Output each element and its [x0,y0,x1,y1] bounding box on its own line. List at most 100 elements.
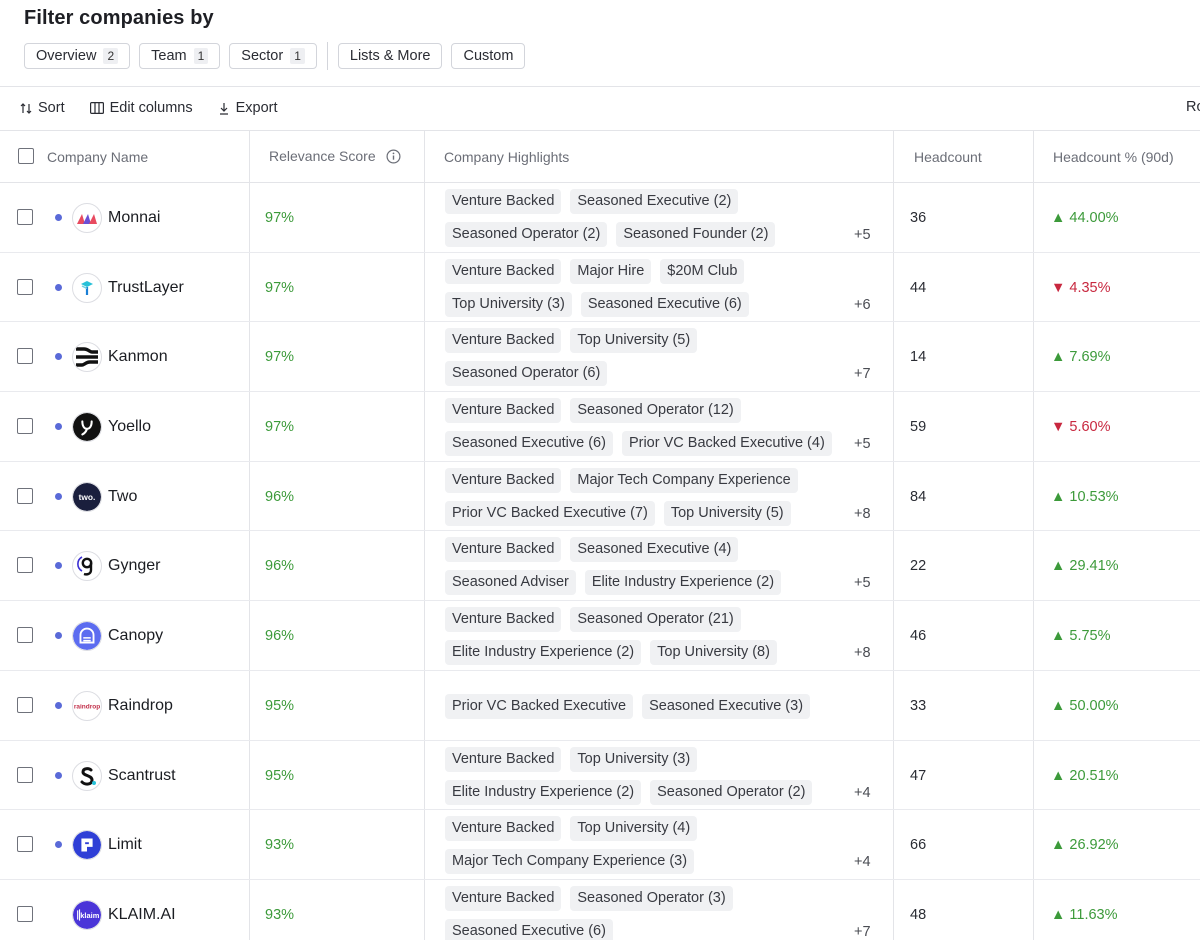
highlight-tag[interactable]: Elite Industry Experience (2) [445,640,642,666]
highlight-tag[interactable]: Seasoned Executive (6) [445,918,613,940]
highlight-tag[interactable]: Seasoned Adviser [445,570,576,596]
highlight-tag[interactable]: Seasoned Operator (3) [570,885,733,911]
table-row[interactable]: klaim KLAIM.AI 93% Venture Backed Seasone… [0,879,1200,940]
highlight-tag[interactable]: Venture Backed [445,885,562,911]
table-row[interactable]: TrustLayer 97% Venture Backed Major Hire $… [0,252,1200,323]
row-checkbox[interactable] [17,696,33,713]
column-header-headcount[interactable]: Headcount [914,149,982,165]
highlight-tag[interactable]: Seasoned Founder (2) [616,222,776,247]
toolbar-right-item[interactable]: Ro [1186,99,1200,115]
highlight-tag[interactable]: Elite Industry Experience (2) [584,570,782,596]
row-checkbox[interactable] [17,209,33,225]
highlight-tag[interactable]: Seasoned Executive (3) [642,693,811,719]
filter-chip-sector[interactable]: Sector 1 [229,43,317,69]
company-name-link[interactable]: TrustLayer [108,279,184,297]
company-name-link[interactable]: Canopy [108,627,163,645]
table-row[interactable]: Scantrust 95% Venture Backed Top Universi… [0,740,1200,811]
filter-chip-lists-more[interactable]: Lists & More [337,43,443,69]
column-header-relevance[interactable]: Relevance Score [269,148,401,164]
column-header-highlights[interactable]: Company Highlights [444,149,569,165]
highlight-tag[interactable]: Prior VC Backed Executive (4) [621,431,832,457]
highlight-tag[interactable]: Seasoned Operator (2) [445,222,608,247]
highlight-tag[interactable]: Major Tech Company Experience [570,467,798,493]
highlight-tag[interactable]: Seasoned Executive (4) [570,537,739,563]
row-checkbox[interactable] [17,278,33,295]
more-highlights-link[interactable]: +5 [854,227,871,243]
highlight-tag[interactable]: Seasoned Operator (2) [650,779,813,805]
company-name-link[interactable]: Gynger [108,557,160,575]
company-name-link[interactable]: Two [108,488,137,506]
highlight-tag[interactable]: Top University (8) [650,640,777,666]
highlight-tag[interactable]: Venture Backed [445,328,562,354]
table-row[interactable]: Canopy 96% Venture Backed Seasoned Operat… [0,601,1200,671]
highlight-tag[interactable]: Top University (5) [663,500,791,526]
highlight-tag[interactable]: Venture Backed [445,746,562,772]
highlight-tag[interactable]: Prior VC Backed Executive (7) [445,500,655,526]
highlight-tag[interactable]: Seasoned Executive (6) [445,431,613,457]
highlight-tag[interactable]: Venture Backed [445,467,562,493]
highlight-tag[interactable]: Seasoned Operator (6) [445,361,608,387]
column-header-company[interactable]: Company Name [47,149,148,165]
highlight-tag[interactable]: Top University (4) [570,816,698,842]
company-name-link[interactable]: Scantrust [108,767,176,785]
more-highlights-link[interactable]: +8 [854,506,871,522]
table-row[interactable]: Limit 93% Venture Backed Top University (… [0,810,1200,880]
highlight-tag[interactable]: Prior VC Backed Executive [445,693,634,719]
select-all-checkbox[interactable] [18,148,34,164]
highlight-tag[interactable]: Venture Backed [445,537,562,563]
row-checkbox[interactable] [17,905,33,922]
more-highlights-link[interactable]: +7 [854,924,871,940]
more-highlights-link[interactable]: +8 [854,645,871,661]
row-checkbox[interactable] [17,487,33,504]
row-checkbox[interactable] [17,836,33,853]
highlight-tag[interactable]: Seasoned Operator (21) [570,607,741,633]
highlight-tag[interactable]: $20M Club [660,258,745,284]
chip-label: Overview [36,48,97,64]
highlight-tag[interactable]: Venture Backed [445,398,562,424]
row-checkbox[interactable] [17,418,33,435]
more-highlights-link[interactable]: +5 [854,575,871,591]
highlight-tag[interactable]: Top University (3) [570,746,698,772]
highlight-tag[interactable]: Seasoned Executive (6) [580,291,749,317]
table-row[interactable]: two. Two 96% Venture Backed Major Tech Co… [0,461,1200,532]
highlight-tag[interactable]: Venture Backed [445,816,562,842]
more-highlights-link[interactable]: +6 [854,297,871,313]
export-button[interactable]: Export [218,100,278,116]
filter-chip-team[interactable]: Team 1 [139,43,221,69]
more-highlights-link[interactable]: +4 [854,854,871,870]
highlight-tag[interactable]: Elite Industry Experience (2) [445,779,642,805]
company-name-link[interactable]: KLAIM.AI [108,906,176,924]
more-highlights-link[interactable]: +5 [854,436,871,452]
filter-chip-overview[interactable]: Overview 2 [24,43,131,69]
highlight-tag[interactable]: Top University (5) [570,328,698,354]
highlight-tag[interactable]: Top University (3) [445,291,572,317]
column-header-headcount-pct[interactable]: Headcount % (90d) [1053,149,1174,165]
row-checkbox[interactable] [17,557,33,574]
table-row[interactable]: Gynger 96% Venture Backed Seasoned Execut… [0,531,1200,602]
more-highlights-link[interactable]: +4 [854,785,871,801]
company-name-link[interactable]: Raindrop [108,697,173,715]
edit-columns-button[interactable]: Edit columns [89,100,193,116]
filter-chip-custom[interactable]: Custom [451,43,526,69]
company-name-link[interactable]: Monnai [108,209,160,227]
highlight-tag[interactable]: Major Hire [570,258,652,284]
more-highlights-link[interactable]: +7 [854,366,871,382]
company-name-link[interactable]: Limit [108,836,142,854]
row-checkbox[interactable] [17,348,33,365]
highlight-tag[interactable]: Venture Backed [445,189,562,214]
company-name-link[interactable]: Yoello [108,418,151,436]
highlight-tag[interactable]: Major Tech Company Experience (3) [445,849,695,875]
highlight-tag[interactable]: Venture Backed [445,258,562,284]
highlight-tag[interactable]: Seasoned Executive (2) [570,189,739,214]
info-icon[interactable] [386,149,401,164]
row-checkbox[interactable] [17,627,33,644]
highlight-tag[interactable]: Venture Backed [445,607,562,633]
company-name-link[interactable]: Kanmon [108,348,168,366]
table-row[interactable]: Kanmon 97% Venture Backed Top University … [0,322,1200,393]
sort-button[interactable]: Sort [20,100,65,116]
highlight-tag[interactable]: Seasoned Operator (12) [570,398,741,424]
table-row[interactable]: Yoello 97% Venture Backed Seasoned Operat… [0,392,1200,462]
row-checkbox[interactable] [17,766,33,783]
table-row[interactable]: raindrop Raindrop 95% Prior VC Backed Ex… [0,670,1200,741]
table-row[interactable]: Monnai 97% Venture Backed Seasoned Execut… [0,183,1200,253]
